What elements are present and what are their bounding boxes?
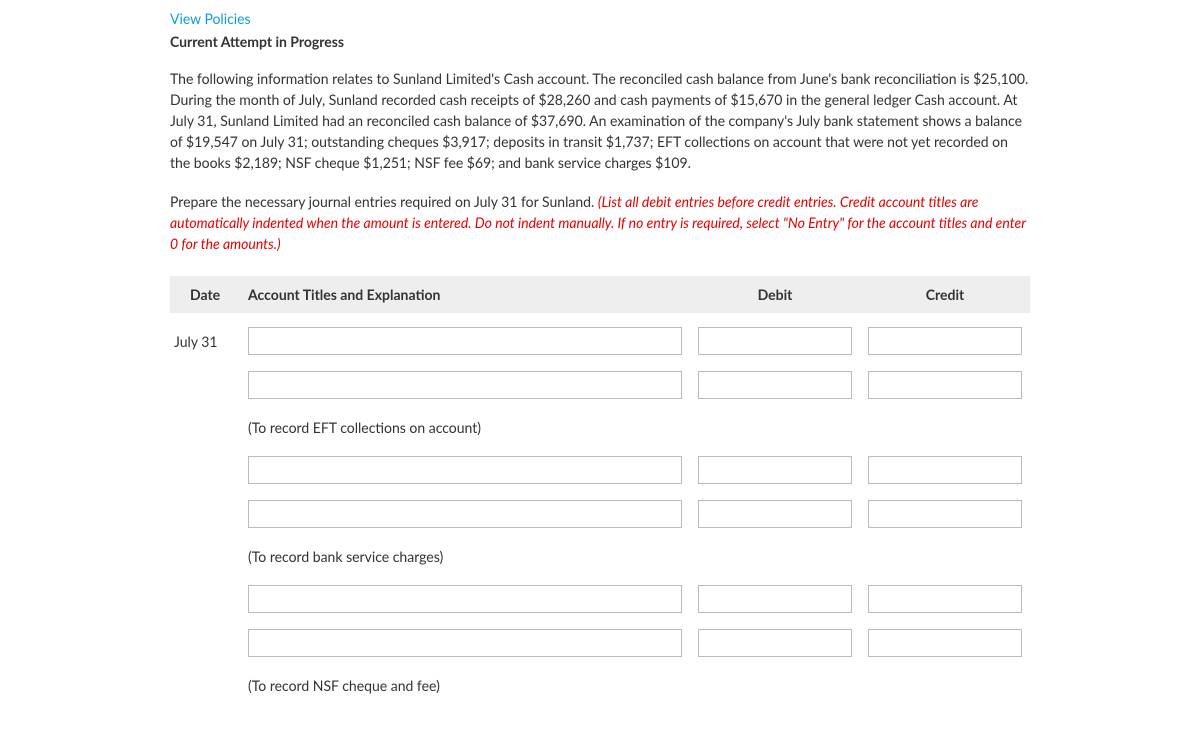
credit-input[interactable] xyxy=(868,327,1022,355)
header-account: Account Titles and Explanation xyxy=(240,276,690,313)
debit-input[interactable] xyxy=(698,500,852,528)
account-title-input[interactable] xyxy=(248,629,682,657)
credit-input[interactable] xyxy=(868,629,1022,657)
credit-input[interactable] xyxy=(868,456,1022,484)
explanation-text: (To record NSF cheque and fee) xyxy=(240,665,690,706)
explanation-row: (To record NSF cheque and fee) xyxy=(170,665,1030,706)
credit-input[interactable] xyxy=(868,585,1022,613)
view-policies-link[interactable]: View Policies xyxy=(170,10,1030,27)
debit-input[interactable] xyxy=(698,327,852,355)
journal-entry-table: Date Account Titles and Explanation Debi… xyxy=(170,276,1030,706)
explanation-row: (To record EFT collections on account) xyxy=(170,407,1030,448)
account-title-input[interactable] xyxy=(248,585,682,613)
instruction-text: Prepare the necessary journal entries re… xyxy=(170,191,1030,254)
table-row xyxy=(170,363,1030,407)
current-attempt-heading: Current Attempt in Progress xyxy=(170,33,1030,50)
debit-input[interactable] xyxy=(698,456,852,484)
debit-input[interactable] xyxy=(698,629,852,657)
table-row xyxy=(170,577,1030,621)
account-title-input[interactable] xyxy=(248,500,682,528)
explanation-text: (To record EFT collections on account) xyxy=(240,407,690,448)
debit-input[interactable] xyxy=(698,371,852,399)
debit-input[interactable] xyxy=(698,585,852,613)
header-debit: Debit xyxy=(690,276,860,313)
account-title-input[interactable] xyxy=(248,327,682,355)
header-credit: Credit xyxy=(860,276,1030,313)
credit-input[interactable] xyxy=(868,371,1022,399)
table-row xyxy=(170,448,1030,492)
credit-input[interactable] xyxy=(868,500,1022,528)
account-title-input[interactable] xyxy=(248,371,682,399)
table-row: July 31 xyxy=(170,319,1030,363)
table-row xyxy=(170,621,1030,665)
header-date: Date xyxy=(170,276,240,313)
problem-container: View Policies Current Attempt in Progres… xyxy=(150,0,1050,746)
table-row xyxy=(170,492,1030,536)
problem-statement: The following information relates to Sun… xyxy=(170,68,1030,173)
explanation-text: (To record bank service charges) xyxy=(240,536,690,577)
table-header-row: Date Account Titles and Explanation Debi… xyxy=(170,276,1030,313)
instruction-plain: Prepare the necessary journal entries re… xyxy=(170,193,598,210)
date-cell: July 31 xyxy=(170,319,240,363)
explanation-row: (To record bank service charges) xyxy=(170,536,1030,577)
account-title-input[interactable] xyxy=(248,456,682,484)
